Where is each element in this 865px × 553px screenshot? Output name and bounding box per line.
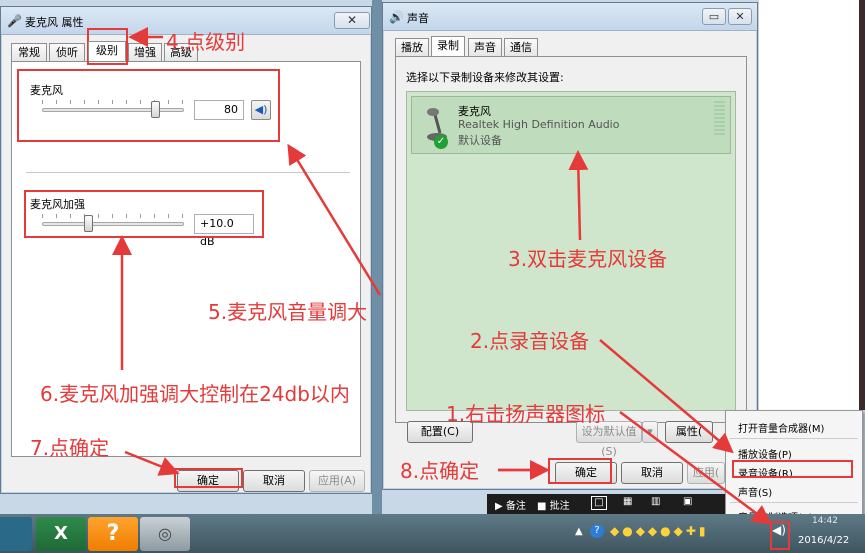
annotation-8: 8.点确定 [400,459,480,483]
annotation-5: 5.麦克风音量调大 [208,300,368,324]
annotation-7: 7.点确定 [30,436,110,460]
annotation-6: 6.麦克风加强调大控制在24db以内 [40,382,350,406]
annotation-1: 1.右击扬声器图标 [446,402,606,426]
tab-levels[interactable]: 级别 [88,41,126,61]
annotation-3: 3.双击麦克风设备 [508,247,668,271]
tab-recording[interactable]: 录制 [431,36,465,56]
annotation-2: 2.点录音设备 [470,329,590,353]
annotation-4: 4.点级别 [166,30,246,54]
